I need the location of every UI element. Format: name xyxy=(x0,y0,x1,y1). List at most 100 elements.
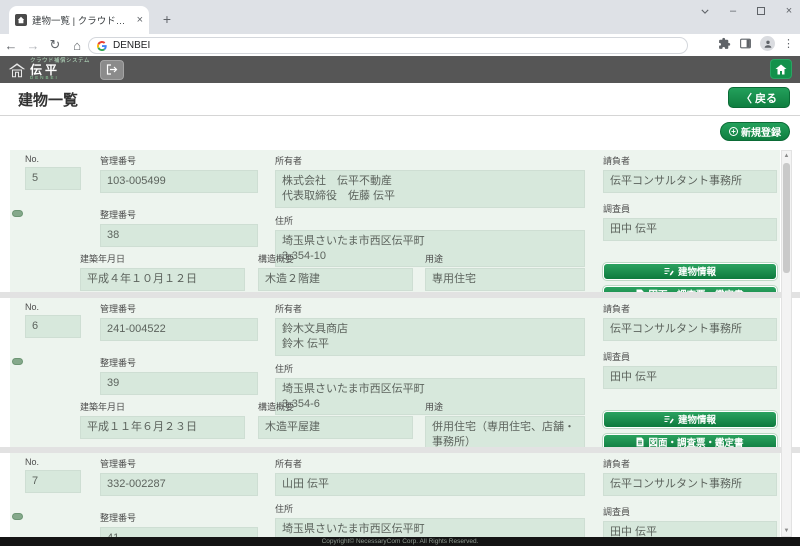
menu-kebab-icon[interactable]: ⋮ xyxy=(783,37,794,50)
close-button[interactable]: × xyxy=(782,4,796,18)
field-label: 建築年月日 xyxy=(80,252,245,265)
kanri-value: 103-005499 xyxy=(100,170,258,193)
google-icon xyxy=(97,41,107,51)
chevron-left-icon: 〈 xyxy=(741,90,752,106)
scrollbar-thumb[interactable] xyxy=(783,163,790,273)
app-logo[interactable]: クラウド補償システム 伝平 DENBEI xyxy=(8,59,90,81)
back-icon[interactable]: ← xyxy=(0,38,22,53)
building-info-button[interactable]: 建物情報 xyxy=(603,263,777,280)
scroll-down-icon[interactable]: ▼ xyxy=(782,526,791,536)
address-value: 埼玉県さいたま市西区伝平町 3-355-1 xyxy=(275,518,585,537)
usage-value: 専用住宅 xyxy=(425,268,585,291)
built-value: 平成４年１０月１２日 xyxy=(80,268,245,291)
field-label: No. xyxy=(25,302,81,312)
maximize-button[interactable] xyxy=(754,4,768,18)
field-label: 調査員 xyxy=(603,505,777,518)
field-label: 請負者 xyxy=(603,457,777,470)
link-icon xyxy=(12,513,23,520)
surveyor-value: 田中 伝平 xyxy=(603,218,777,241)
field-label: 構造概要 xyxy=(258,252,413,265)
page-title: 建物一覧 xyxy=(18,89,78,110)
browser-tabstrip: 建物一覧 | クラウド補償システム 伝平 × + – × xyxy=(0,0,800,34)
structure-value: 木造平屋建 xyxy=(258,416,413,439)
address-bar[interactable]: DENBEI xyxy=(88,37,688,54)
field-label: 管理番号 xyxy=(100,154,258,167)
structure-value: 木造２階建 xyxy=(258,268,413,291)
no-value: 7 xyxy=(25,470,81,493)
list-edit-icon xyxy=(664,415,674,424)
app-header: クラウド補償システム 伝平 DENBEI xyxy=(0,56,800,83)
field-label: 用途 xyxy=(425,400,585,413)
scroll-up-icon[interactable]: ▲ xyxy=(782,151,791,161)
seiri-value: 39 xyxy=(100,372,258,395)
surveyor-value: 田中 伝平 xyxy=(603,521,777,537)
field-label: No. xyxy=(25,154,81,164)
tab-title: 建物一覧 | クラウド補償システム 伝平 xyxy=(32,13,132,27)
contractor-value: 伝平コンサルタント事務所 xyxy=(603,318,777,341)
tab-favicon-icon xyxy=(15,14,27,26)
new-registration-button[interactable]: + 新規登録 xyxy=(720,122,790,141)
minimize-button[interactable]: – xyxy=(726,4,740,18)
field-label: 整理番号 xyxy=(100,356,258,369)
field-label: 管理番号 xyxy=(100,457,258,470)
field-label: 用途 xyxy=(425,252,585,265)
address-text[interactable]: DENBEI xyxy=(113,40,150,51)
field-label: 請負者 xyxy=(603,154,777,167)
link-icon xyxy=(12,358,23,365)
extensions-icon[interactable] xyxy=(718,37,731,50)
building-info-button[interactable]: 建物情報 xyxy=(603,411,777,428)
forward-icon[interactable]: → xyxy=(22,38,44,53)
field-label: 所有者 xyxy=(275,457,585,470)
plus-circle-icon: + xyxy=(729,127,738,136)
back-button[interactable]: 〈 戻る xyxy=(728,87,790,108)
copyright-text: Copyright© NecessaryCom Corp. All Rights… xyxy=(322,538,479,545)
document-icon xyxy=(636,437,644,447)
field-label: 所有者 xyxy=(275,302,585,315)
home-icon[interactable]: ⌂ xyxy=(66,38,88,53)
app-home-button[interactable] xyxy=(770,59,792,79)
seiri-value: 38 xyxy=(100,224,258,247)
building-list: No. 5 管理番号 103-005499 整理番号 38 所有者 株式会社 伝… xyxy=(0,150,800,537)
field-label: 住所 xyxy=(275,214,585,227)
title-divider xyxy=(0,115,800,116)
field-label: 整理番号 xyxy=(100,208,258,221)
new-tab-button[interactable]: + xyxy=(158,10,176,28)
field-label: 住所 xyxy=(275,362,585,375)
contractor-value: 伝平コンサルタント事務所 xyxy=(603,170,777,193)
field-label: 請負者 xyxy=(603,302,777,315)
seiri-value: 41 xyxy=(100,527,258,537)
link-icon xyxy=(12,210,23,217)
kanri-value: 241-004522 xyxy=(100,318,258,341)
browser-tab[interactable]: 建物一覧 | クラウド補償システム 伝平 × xyxy=(9,6,149,34)
field-label: 管理番号 xyxy=(100,302,258,315)
field-label: 調査員 xyxy=(603,202,777,215)
reload-icon[interactable]: ↻ xyxy=(44,37,66,53)
owner-value: 山田 伝平 xyxy=(275,473,585,496)
owner-value: 鈴木文具商店 鈴木 伝平 xyxy=(275,318,585,356)
building-record: No. 7 管理番号 332-002287 整理番号 41 所有者 山田 伝平 … xyxy=(10,453,780,537)
kanri-value: 332-002287 xyxy=(100,473,258,496)
footer: Copyright© NecessaryCom Corp. All Rights… xyxy=(0,537,800,546)
chevron-down-icon[interactable] xyxy=(698,4,712,18)
field-label: 所有者 xyxy=(275,154,585,167)
list-scrollbar[interactable]: ▲ ▼ xyxy=(781,150,792,537)
denbei-house-icon xyxy=(8,62,26,78)
logout-button[interactable] xyxy=(100,60,124,80)
tab-close-icon[interactable]: × xyxy=(137,15,143,26)
field-label: No. xyxy=(25,457,81,467)
built-value: 平成１１年６月２３日 xyxy=(80,416,245,439)
no-value: 5 xyxy=(25,167,81,190)
owner-value: 株式会社 伝平不動産 代表取締役 佐藤 伝平 xyxy=(275,170,585,208)
side-panel-icon[interactable] xyxy=(739,37,752,50)
contractor-value: 伝平コンサルタント事務所 xyxy=(603,473,777,496)
field-label: 調査員 xyxy=(603,350,777,363)
surveyor-value: 田中 伝平 xyxy=(603,366,777,389)
field-label: 整理番号 xyxy=(100,511,258,524)
profile-avatar[interactable] xyxy=(760,36,775,51)
brand-sub: DENBEI xyxy=(30,76,90,81)
building-record: No. 5 管理番号 103-005499 整理番号 38 所有者 株式会社 伝… xyxy=(10,150,780,292)
field-label: 住所 xyxy=(275,502,585,515)
field-label: 構造概要 xyxy=(258,400,413,413)
field-label: 建築年月日 xyxy=(80,400,245,413)
building-record: No. 6 管理番号 241-004522 整理番号 39 所有者 鈴木文具商店… xyxy=(10,298,780,447)
